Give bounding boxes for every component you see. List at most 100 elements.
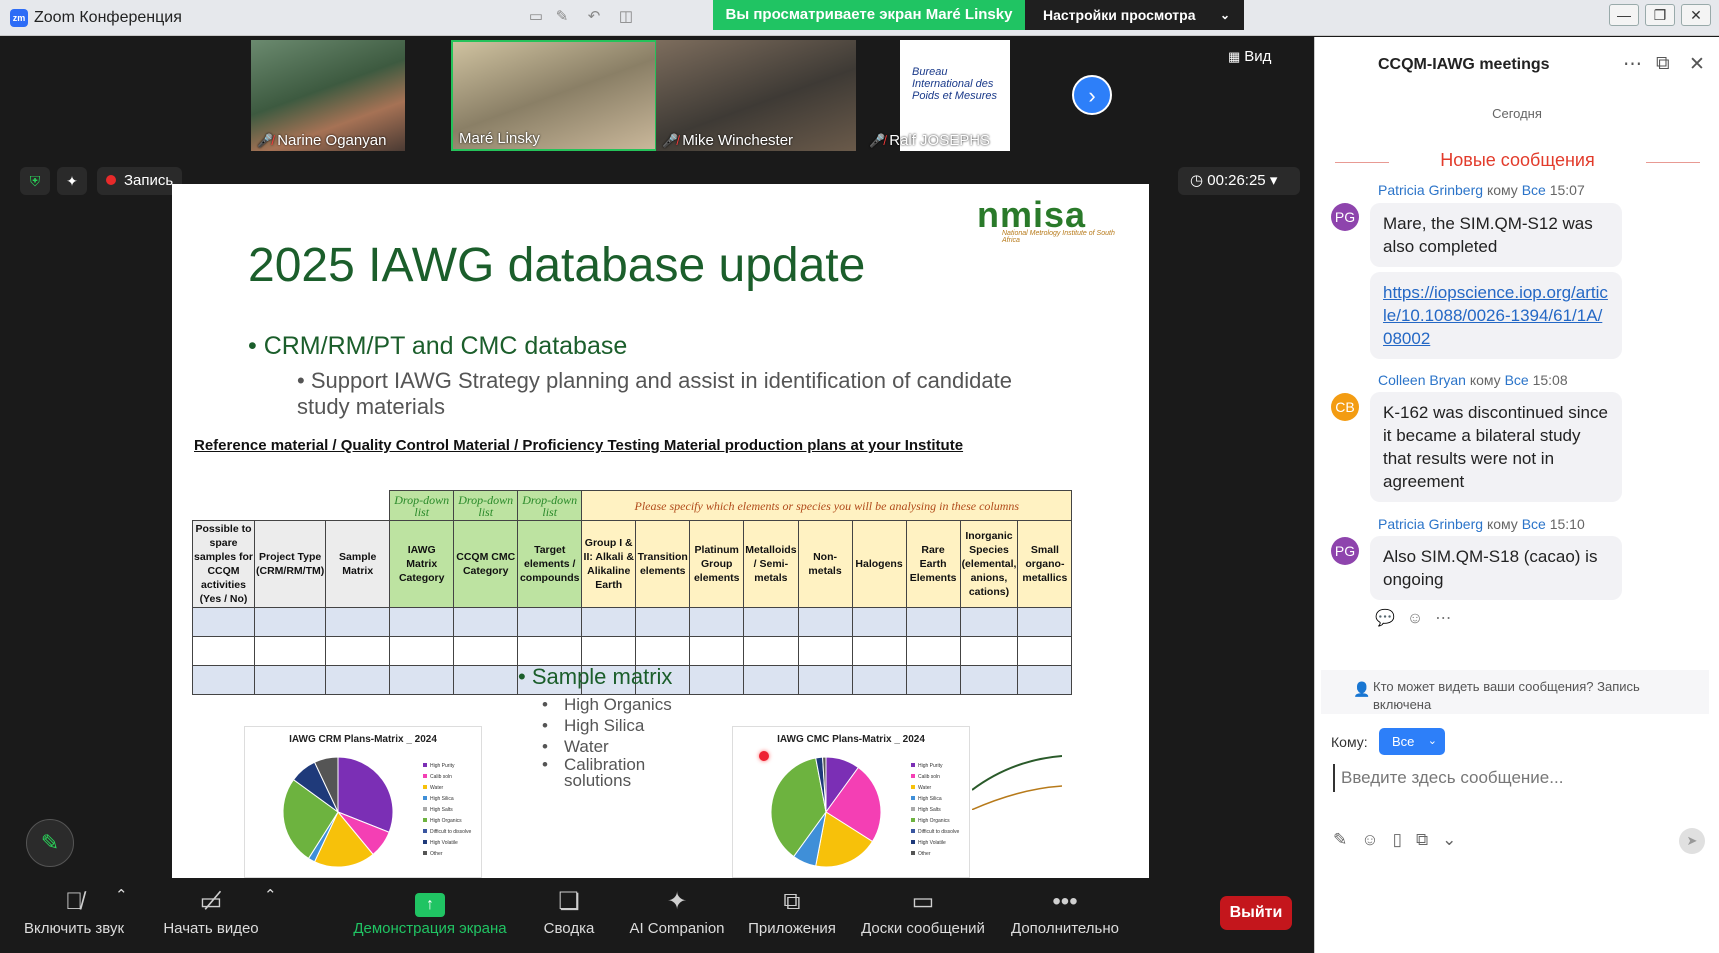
avatar[interactable]: PG xyxy=(1331,203,1359,231)
column-header: Rare Earth Elements xyxy=(905,520,961,608)
unmute-button[interactable]: 🎙̸ Включить звук xyxy=(22,886,126,937)
slide-bullet-1-text: CRM/RM/PT and CMC database xyxy=(263,332,628,360)
ai-companion-button[interactable]: ✦ AI Companion xyxy=(628,886,726,937)
close-window-button[interactable]: ✕ xyxy=(1681,4,1711,26)
message-link[interactable]: https://iopscience.iop.org/article/10.10… xyxy=(1383,283,1608,348)
legend-item: High Organics xyxy=(423,816,471,827)
chevron-down-icon[interactable]: ⌄ xyxy=(1442,830,1470,849)
slide-bullet-2-text: Support IAWG Strategy planning and assis… xyxy=(297,368,1012,419)
minimize-button[interactable]: — xyxy=(1609,4,1639,26)
message-time: 15:07 xyxy=(1549,182,1585,198)
video-options-caret[interactable]: ⌃ xyxy=(264,886,277,904)
next-page-arrow-icon[interactable]: › xyxy=(1072,75,1112,115)
recipient-select[interactable]: Все ⌄ xyxy=(1379,728,1445,755)
reply-icon[interactable]: 💬 xyxy=(1375,610,1407,627)
table-group-header-row: Drop-down list Drop-down list Drop-down … xyxy=(193,490,1073,521)
format-text-icon[interactable]: ✎ xyxy=(1333,830,1361,849)
column-header: Group I & II: Alkali & Alikaline Earth xyxy=(581,520,637,608)
message-input[interactable] xyxy=(1333,764,1703,792)
more-dots-icon[interactable]: ⋯ xyxy=(1435,610,1463,627)
title-bar: zm Zoom Конференция ▭ ✎ ↶ ◫ Вы просматри… xyxy=(0,0,1719,36)
view-settings-label: Настройки просмотра xyxy=(1043,7,1196,23)
participant-tile-active-speaker[interactable]: Maré Linsky xyxy=(451,40,657,151)
column-header: Inorganic Species (elemental, anions, ca… xyxy=(959,520,1019,608)
ai-sparkle-icon: ✦ xyxy=(666,888,688,915)
send-icon[interactable]: ➤ xyxy=(1679,828,1705,854)
whiteboard-icon: ▭ xyxy=(911,888,935,915)
message-time: 15:08 xyxy=(1532,372,1568,388)
apps-button[interactable]: ⧉ Приложения xyxy=(745,886,839,937)
sample-matrix-list: • Sample matrix High Organics High Silic… xyxy=(518,664,684,789)
participant-tile[interactable]: 🎤̸ Mike Winchester xyxy=(656,40,856,151)
sample-matrix-heading-text: Sample matrix xyxy=(531,664,673,689)
more-label: Дополнительно xyxy=(1011,920,1119,937)
file-icon[interactable]: ▯ xyxy=(1393,830,1416,849)
participant-name-row: 🎤̸ Ralf JOSEPHS xyxy=(869,132,990,149)
meeting-timer[interactable]: ◷ 00:26:25 ▾ xyxy=(1178,167,1300,195)
participant-name: Ralf JOSEPHS xyxy=(889,132,991,149)
specify-elements-hint: Please specify which elements or species… xyxy=(581,490,1073,521)
chart-legend: High Purity Calib soln Water High Silica Hig… xyxy=(911,761,959,860)
start-video-button[interactable]: ▭̸ Начать видео xyxy=(163,886,259,937)
avatar[interactable]: CB xyxy=(1331,393,1359,421)
recording-indicator[interactable]: Запись xyxy=(97,167,182,195)
date-divider: Сегодня xyxy=(1492,106,1542,121)
video-off-icon: ▭̸ xyxy=(199,888,223,915)
sender-name[interactable]: Patricia Grinberg xyxy=(1378,182,1483,198)
start-video-label: Начать видео xyxy=(163,920,259,937)
leave-button[interactable]: Выйти xyxy=(1220,896,1292,930)
sender-name[interactable]: Colleen Bryan xyxy=(1378,372,1466,388)
legend-item: Difficult to dissolve xyxy=(911,827,959,838)
view-settings-button[interactable]: Настройки просмотра ⌄ xyxy=(1025,0,1244,30)
participant-name: Maré Linsky xyxy=(459,130,540,147)
participant-tile[interactable]: Bureau International des Poids et Mesure… xyxy=(863,40,1013,151)
emoji-icon[interactable]: ☺ xyxy=(1361,830,1392,849)
grid-icon: ▦ xyxy=(1228,49,1241,64)
close-icon[interactable]: ✕ xyxy=(1689,53,1705,76)
maximize-button[interactable]: ❐ xyxy=(1645,4,1675,26)
ai-companion-label: AI Companion xyxy=(629,920,725,937)
message-header: Patricia Grinberg кому Все 15:07 xyxy=(1378,182,1585,198)
legend-item: High Silica xyxy=(423,794,471,805)
screenshot-icon[interactable]: ⧉ xyxy=(1416,830,1442,849)
share-screen-button[interactable]: ↑ Демонстрация экрана xyxy=(351,886,509,937)
popout-icon[interactable]: ⧉ xyxy=(1656,53,1670,75)
column-header: IAWG Matrix Category xyxy=(389,520,455,608)
mic-muted-icon: 🎤̸ xyxy=(869,133,886,148)
view-button[interactable]: ▦ Вид xyxy=(1228,48,1271,65)
audio-options-caret[interactable]: ⌃ xyxy=(115,886,128,904)
whiteboards-button[interactable]: ▭ Доски сообщений xyxy=(858,886,988,937)
slide-title: 2025 IAWG database update xyxy=(248,239,866,292)
legend-item: High Purity xyxy=(423,761,471,772)
security-shield-icon[interactable]: ⛨ xyxy=(20,167,50,195)
chat-visibility-notice[interactable]: 👤 Кто может видеть ваши сообщения? Запис… xyxy=(1321,670,1709,714)
sender-name[interactable]: Patricia Grinberg xyxy=(1378,516,1483,532)
app-title: Zoom Конференция xyxy=(34,9,182,26)
pie-chart-svg xyxy=(282,756,394,868)
legend-item: High Salts xyxy=(911,805,959,816)
message-time: 15:10 xyxy=(1549,516,1585,532)
chat-panel: CCQM-IAWG meetings ⋯ ⧉ ✕ Сегодня Новые с… xyxy=(1314,37,1719,953)
crm-pie-chart: IAWG CRM Plans-Matrix _ 2024 High Purity… xyxy=(244,726,482,878)
record-dot-icon xyxy=(106,175,116,185)
compose-toolbar: ✎☺▯⧉⌄ xyxy=(1333,830,1470,850)
avatar[interactable]: PG xyxy=(1331,537,1359,565)
summary-button[interactable]: ❏ Сводка xyxy=(541,886,597,937)
zoom-window: zm Zoom Конференция ▭ ✎ ↶ ◫ Вы просматри… xyxy=(0,0,1719,953)
annotate-pencil-icon[interactable]: ✎ xyxy=(26,819,74,867)
emoji-reaction-icon[interactable]: ☺ xyxy=(1407,610,1435,627)
more-button[interactable]: ••• Дополнительно xyxy=(1008,886,1122,937)
legend-item: High Purity xyxy=(911,761,959,772)
legend-item: Water xyxy=(911,783,959,794)
table-row xyxy=(192,607,1073,637)
legend-item: Calib soln xyxy=(911,772,959,783)
shared-screen-slide: nmisa National Metrology Institute of So… xyxy=(172,184,1149,878)
apps-label: Приложения xyxy=(748,920,836,937)
sample-matrix-item: Water xyxy=(542,736,684,757)
ai-sparkle-icon[interactable]: ✦ xyxy=(57,167,87,195)
participant-tile[interactable]: 🎤̸ Narine Oganyan xyxy=(251,40,405,151)
more-dots-icon[interactable]: ⋯ xyxy=(1623,53,1642,76)
chart-title: IAWG CRM Plans-Matrix _ 2024 xyxy=(289,734,437,745)
table-header-row: Possible to spare samples for CCQM activ… xyxy=(192,520,1073,608)
cmc-pie-chart: IAWG CMC Plans-Matrix _ 2024 High Purity… xyxy=(732,726,970,878)
